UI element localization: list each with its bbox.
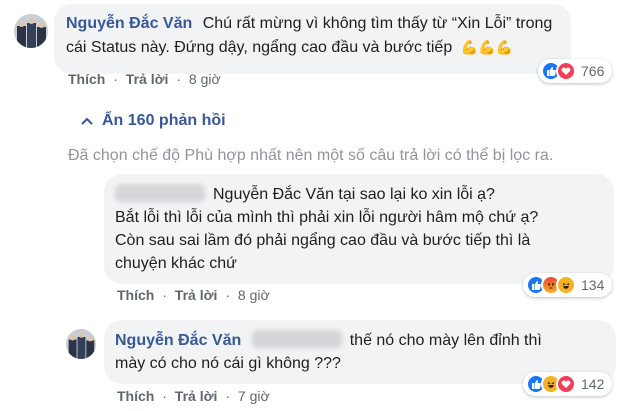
love-icon	[556, 61, 576, 81]
separator: ·	[162, 388, 167, 404]
separator: ·	[113, 71, 118, 87]
avatar-photo	[66, 329, 96, 359]
flexed-biceps-emoji: 💪💪💪	[460, 39, 513, 55]
separator: ·	[176, 71, 181, 87]
reaction-summary[interactable]: 766	[538, 59, 613, 83]
redacted-author-name	[115, 184, 205, 202]
chevron-up-icon	[81, 117, 93, 125]
reply-button[interactable]: Trả lời	[175, 287, 218, 303]
comment-timestamp[interactable]: 8 giờ	[238, 287, 270, 303]
reaction-count: 766	[581, 63, 605, 79]
haha-icon	[556, 275, 576, 295]
comment-text-line: Chú rất mừng vì không tìm thấy từ “Xin L…	[202, 15, 553, 32]
reply-button[interactable]: Trả lời	[126, 71, 169, 87]
avatar[interactable]	[66, 329, 96, 359]
redacted-mention	[251, 330, 342, 348]
comment-text-line: Còn sau sai lầm đó phải ngẩng cao đầu và…	[115, 232, 531, 249]
reaction-count: 134	[581, 277, 605, 293]
comment-text-line: cái Status này. Đứng dậy, ngẩng cao đầu …	[66, 39, 513, 56]
comment-actions: Thích · Trả lời · 7 giờ	[117, 388, 270, 404]
comment-timestamp[interactable]: 8 giờ	[189, 71, 221, 87]
comment-text-line: Bắt lỗi thì lỗi của mình thì phải xin lỗ…	[115, 209, 539, 226]
separator: ·	[162, 287, 167, 303]
comment-text: Nguyễn Đắc Văn Chú rất mừng vì không tìm…	[66, 13, 576, 35]
like-button[interactable]: Thích	[117, 388, 154, 404]
like-button[interactable]: Thích	[117, 287, 154, 303]
filter-notice: Đã chọn chế độ Phù hợp nhất nên một số c…	[68, 147, 554, 164]
love-icon	[556, 374, 576, 394]
comment-actions: Thích · Trả lời · 8 giờ	[68, 71, 221, 87]
reaction-count: 142	[581, 376, 605, 392]
avatar-photo	[14, 14, 48, 48]
separator: ·	[225, 287, 230, 303]
reaction-summary[interactable]: 142	[523, 372, 613, 396]
comment-text-line: Nguyễn Đắc Văn tại sao lại ko xin lỗi ạ?	[115, 184, 495, 206]
like-button[interactable]: Thích	[68, 71, 105, 87]
comment-timestamp[interactable]: 7 giờ	[238, 388, 270, 404]
comment-author[interactable]: Nguyễn Đắc Văn	[115, 332, 241, 349]
hide-replies-label: Ẩn 160 phản hồi	[102, 112, 226, 129]
separator: ·	[225, 388, 230, 404]
reaction-summary[interactable]: 134	[523, 273, 613, 297]
comment-text-line: chuyện khác chứ	[115, 255, 237, 272]
comment-text-line: Nguyễn Đắc Văn thế nó cho mày lên đỉnh t…	[115, 330, 542, 349]
avatar[interactable]	[14, 14, 48, 48]
comment-text-line: mày có cho nó cái gì không ???	[115, 355, 341, 372]
comment-author[interactable]: Nguyễn Đắc Văn	[66, 15, 192, 32]
reply-button[interactable]: Trả lời	[175, 388, 218, 404]
hide-replies-button[interactable]: Ẩn 160 phản hồi	[80, 112, 226, 130]
comment-actions: Thích · Trả lời · 8 giờ	[117, 287, 270, 303]
